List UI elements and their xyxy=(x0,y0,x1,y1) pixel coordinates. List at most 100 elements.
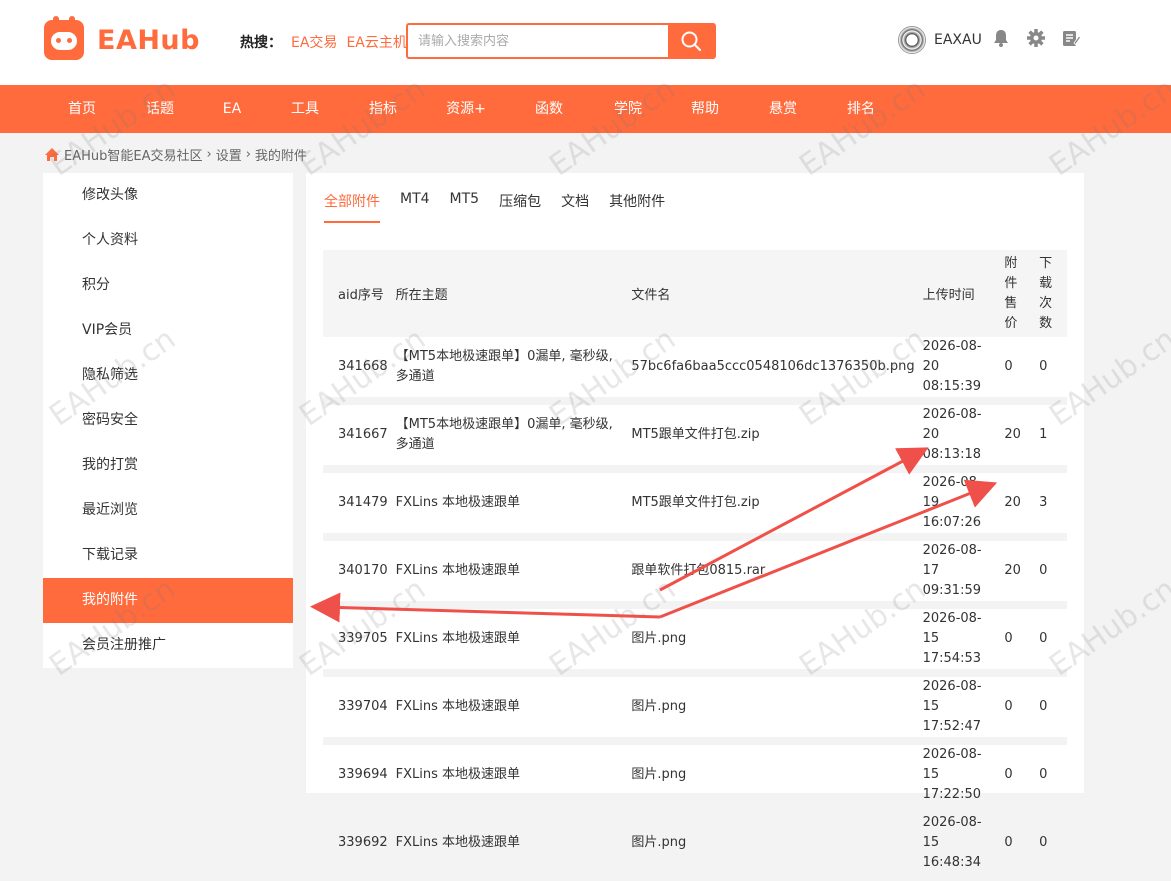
tab-mt4[interactable]: MT4 xyxy=(400,191,430,223)
table-row: 341479 FXLins 本地极速跟单 MT5跟单文件打包.zip 2026-08-… xyxy=(323,469,1067,541)
nav-indicators[interactable]: 指标 xyxy=(369,85,397,133)
cell-aid: 341668 xyxy=(323,337,392,405)
cell-price: 20 xyxy=(1000,401,1036,473)
cell-topic[interactable]: FXLins 本地极速跟单 xyxy=(391,469,628,541)
col-topic: 所在主题 xyxy=(391,250,628,337)
cell-topic[interactable]: 【MT5本地极速跟单】0漏单, 毫秒级,多通道 xyxy=(391,401,628,473)
cell-topic[interactable]: FXLins 本地极速跟单 xyxy=(391,673,628,745)
sidebar-item-password[interactable]: 密码安全 xyxy=(43,398,293,443)
cell-filename[interactable]: 图片.png xyxy=(627,741,919,813)
cell-price: 0 xyxy=(1000,605,1036,677)
sidebar-item-referral[interactable]: 会员注册推广 xyxy=(43,623,293,668)
cell-filename[interactable]: MT5跟单文件打包.zip xyxy=(627,401,919,473)
cell-filename[interactable]: MT5跟单文件打包.zip xyxy=(627,469,919,541)
cell-downloads: 0 xyxy=(1035,673,1067,745)
cell-topic[interactable]: FXLins 本地极速跟单 xyxy=(391,741,628,813)
nav-academy[interactable]: 学院 xyxy=(614,85,642,133)
cell-topic[interactable]: 【MT5本地极速跟单】0漏单, 毫秒级,多通道 xyxy=(391,337,628,405)
cell-filename[interactable]: 图片.png xyxy=(627,809,919,881)
sidebar-item-tips[interactable]: 我的打赏 xyxy=(43,443,293,488)
tab-archive[interactable]: 压缩包 xyxy=(499,191,541,223)
nav-tools[interactable]: 工具 xyxy=(291,85,319,133)
header-icons xyxy=(991,28,1081,48)
attachment-tabs: 全部附件 MT4 MT5 压缩包 文档 其他附件 xyxy=(324,191,665,223)
nav-functions[interactable]: 函数 xyxy=(535,85,563,133)
sidebar-item-recent[interactable]: 最近浏览 xyxy=(43,488,293,533)
col-price-label: 附件售价 xyxy=(1004,255,1018,331)
hot-search: 热搜： EA交易 EA云主机 xyxy=(240,32,407,52)
home-icon[interactable] xyxy=(44,147,60,162)
user-menu[interactable]: EAXAU xyxy=(898,26,982,54)
sidebar-item-avatar[interactable]: 修改头像 xyxy=(43,173,293,218)
cell-upload-time: 2026-08-15 16:48:34 xyxy=(918,809,1001,881)
cell-upload-time: 2026-08-15 17:22:50 xyxy=(918,741,1001,813)
cell-topic[interactable]: FXLins 本地极速跟单 xyxy=(391,605,628,677)
nav-ea[interactable]: EA xyxy=(223,85,241,133)
upload-date: 2026-08-19 xyxy=(922,475,982,510)
sidebar-item-profile[interactable]: 个人资料 xyxy=(43,218,293,263)
sidebar-item-vip[interactable]: VIP会员 xyxy=(43,308,293,353)
upload-clock: 16:48:34 xyxy=(922,855,981,870)
cell-upload-time: 2026-08-17 09:31:59 xyxy=(918,537,1001,609)
upload-date: 2026-08-20 xyxy=(922,339,982,374)
cell-upload-time: 2026-08-19 16:07:26 xyxy=(918,469,1001,541)
hot-link-ea-cloud[interactable]: EA云主机 xyxy=(346,32,406,52)
main-nav: 首页 话题 EA 工具 指标 资源+ 函数 学院 帮助 悬赏 排名 xyxy=(0,85,1171,133)
logo-text: EAHub xyxy=(97,24,200,56)
hot-link-ea-trade[interactable]: EA交易 xyxy=(291,32,337,52)
nav-bounty[interactable]: 悬赏 xyxy=(769,85,797,133)
nav-ranking[interactable]: 排名 xyxy=(847,85,875,133)
nav-help[interactable]: 帮助 xyxy=(691,85,719,133)
search-button[interactable] xyxy=(668,25,714,57)
tab-other[interactable]: 其他附件 xyxy=(609,191,665,223)
upload-clock: 16:07:26 xyxy=(922,515,981,530)
cell-downloads: 1 xyxy=(1035,401,1067,473)
cell-filename[interactable]: 图片.png xyxy=(627,605,919,677)
breadcrumb-home[interactable]: EAHub智能EA交易社区 xyxy=(64,145,202,164)
search-input[interactable] xyxy=(408,25,668,57)
sidebar-item-downloads[interactable]: 下载记录 xyxy=(43,533,293,578)
cell-topic[interactable]: FXLins 本地极速跟单 xyxy=(391,809,628,881)
upload-date: 2026-08-15 xyxy=(922,747,982,782)
attachments-panel: 全部附件 MT4 MT5 压缩包 文档 其他附件 aid序号 所在主题 文件名 … xyxy=(306,173,1084,881)
upload-clock: 17:54:53 xyxy=(922,651,981,666)
tab-document[interactable]: 文档 xyxy=(561,191,589,223)
username[interactable]: EAXAU xyxy=(934,32,982,48)
cell-filename[interactable]: 图片.png xyxy=(627,673,919,745)
table-row: 339694 FXLins 本地极速跟单 图片.png 2026-08-15 17:22… xyxy=(323,741,1067,813)
breadcrumb-sep: › xyxy=(206,147,212,162)
nav-home[interactable]: 首页 xyxy=(68,85,96,133)
cell-upload-time: 2026-08-15 17:54:53 xyxy=(918,605,1001,677)
gear-icon[interactable] xyxy=(1026,28,1046,48)
cell-filename[interactable]: 57bc6fa6baa5ccc0548106dc1376350b.png xyxy=(627,337,919,405)
cell-topic[interactable]: FXLins 本地极速跟单 xyxy=(391,537,628,609)
top-header: EAHub 热搜： EA交易 EA云主机 EAXAU xyxy=(0,0,1171,85)
tab-mt5[interactable]: MT5 xyxy=(450,191,480,223)
breadcrumb-sep: › xyxy=(245,147,251,162)
sidebar-item-attachments[interactable]: 我的附件 xyxy=(43,578,293,623)
bell-icon[interactable] xyxy=(991,28,1011,48)
cell-upload-time: 2026-08-20 08:15:39 xyxy=(918,337,1001,405)
sidebar-item-privacy[interactable]: 隐私筛选 xyxy=(43,353,293,398)
nav-topics[interactable]: 话题 xyxy=(146,85,174,133)
upload-clock: 08:15:39 xyxy=(922,379,981,394)
table-row: 339692 FXLins 本地极速跟单 图片.png 2026-08-15 16:48… xyxy=(323,809,1067,881)
upload-date: 2026-08-15 xyxy=(922,611,982,646)
sidebar-item-points[interactable]: 积分 xyxy=(43,263,293,308)
tab-all[interactable]: 全部附件 xyxy=(324,191,380,223)
site-logo[interactable]: EAHub xyxy=(44,16,200,60)
avatar[interactable] xyxy=(898,26,926,54)
col-upload-time: 上传时间 xyxy=(918,250,1001,337)
col-downloads: 下载次数 xyxy=(1035,250,1067,337)
cell-price: 20 xyxy=(1000,469,1036,541)
cell-upload-time: 2026-08-15 17:52:47 xyxy=(918,673,1001,745)
cell-downloads: 0 xyxy=(1035,537,1067,609)
search-icon xyxy=(681,31,702,52)
nav-resources[interactable]: 资源+ xyxy=(446,85,486,133)
cell-price: 0 xyxy=(1000,809,1036,881)
attachments-table: aid序号 所在主题 文件名 上传时间 附件售价 下载次数 341668 【MT5… xyxy=(323,250,1067,881)
breadcrumb-current: 我的附件 xyxy=(254,149,307,164)
edit-icon[interactable] xyxy=(1061,28,1081,48)
cell-filename[interactable]: 跟单软件打包0815.rar xyxy=(627,537,919,609)
breadcrumb-settings[interactable]: 设置 xyxy=(216,145,242,164)
